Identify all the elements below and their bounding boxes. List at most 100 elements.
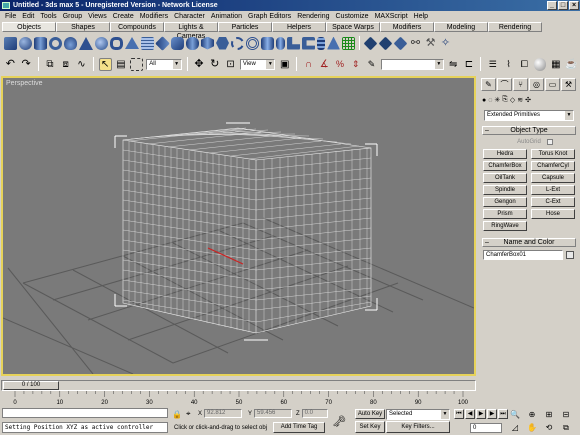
torus-icon[interactable]	[49, 36, 62, 50]
hedra-icon[interactable]	[155, 35, 170, 51]
link-icon[interactable]: ⧉	[44, 58, 57, 71]
menu-modifiers[interactable]: Modifiers	[137, 11, 171, 22]
maxscript-listener[interactable]	[2, 408, 168, 418]
render-scene-icon[interactable]: ▦	[549, 58, 562, 71]
material-editor-icon[interactable]	[533, 57, 547, 71]
time-slider[interactable]: 0 / 100	[1, 380, 476, 391]
c-ext-button[interactable]: C-Ext	[531, 197, 575, 207]
track-bar[interactable]: 0 10 20 30 40 50 60 70 80 90 100	[1, 391, 476, 406]
connect-icon[interactable]: ⚯	[409, 37, 422, 50]
menu-views[interactable]: Views	[85, 11, 110, 22]
spindle-button[interactable]: Spindle	[483, 185, 527, 195]
x-value-field[interactable]: 92.812	[204, 409, 243, 418]
grid-helper-icon[interactable]	[342, 36, 355, 50]
cext-icon[interactable]	[302, 36, 315, 50]
tab-objects[interactable]: Objects	[2, 22, 56, 32]
select-by-name-icon[interactable]: ▤	[115, 58, 128, 71]
l-ext-button[interactable]: L-Ext	[531, 185, 575, 195]
previous-frame-icon[interactable]: ◀	[465, 409, 475, 419]
arc-rotate-icon[interactable]: ⟲	[542, 422, 556, 433]
tab-compounds[interactable]: Compounds	[110, 22, 164, 32]
auto-key-button[interactable]: Auto Key	[355, 409, 385, 419]
select-object-icon[interactable]: ↖	[98, 57, 112, 71]
align-icon[interactable]: ⊏	[463, 58, 476, 71]
hierarchy-tab-icon[interactable]: ⑂	[513, 78, 528, 91]
scale-icon[interactable]: ⊡	[224, 58, 237, 71]
menu-create[interactable]: Create	[110, 11, 137, 22]
tab-shapes[interactable]: Shapes	[56, 22, 110, 32]
diamond-icon[interactable]	[363, 36, 378, 50]
ringwave-icon[interactable]	[231, 36, 244, 50]
menu-rendering[interactable]: Rendering	[294, 11, 332, 22]
maximize-viewport-icon[interactable]: ⧉	[559, 422, 573, 433]
tab-helpers[interactable]: Helpers	[272, 22, 326, 32]
spinner-snap-icon[interactable]: ⇕	[349, 58, 362, 71]
name-color-rollout[interactable]: – Name and Color	[482, 238, 576, 247]
plane-icon[interactable]	[141, 36, 154, 50]
teapot-icon[interactable]	[64, 36, 77, 50]
cylinder-icon[interactable]	[34, 36, 47, 50]
menu-group[interactable]: Group	[60, 11, 85, 22]
go-to-start-icon[interactable]: ⏮	[454, 409, 464, 419]
move-icon[interactable]: ✥	[193, 58, 206, 71]
key-icon[interactable]: 🗝	[332, 415, 346, 428]
object-name-field[interactable]: ChamferBox01	[483, 250, 563, 260]
pyramid-icon[interactable]	[125, 37, 139, 49]
shapes-icon[interactable]: ◌	[488, 97, 492, 104]
snap-icon[interactable]: ∩	[302, 58, 315, 71]
menu-tools[interactable]: Tools	[37, 11, 59, 22]
systems-icon[interactable]: ✣	[525, 96, 531, 104]
menu-edit[interactable]: Edit	[19, 11, 37, 22]
object-color-swatch[interactable]	[566, 251, 574, 259]
zoom-icon[interactable]: 🔍	[508, 409, 522, 420]
quick-render-icon[interactable]: ☕	[565, 58, 578, 71]
utilities-tab-icon[interactable]: ⚒	[561, 78, 576, 91]
lights-icon[interactable]: ✳	[494, 96, 500, 104]
next-frame-icon[interactable]: ▶	[487, 409, 497, 419]
add-time-tag-button[interactable]: Add Time Tag	[273, 422, 325, 433]
set-key-button[interactable]: Set Key	[355, 421, 385, 433]
mirror-icon[interactable]: ⇋	[447, 58, 460, 71]
tab-particles[interactable]: Particles	[218, 22, 272, 32]
minimize-button[interactable]: _	[547, 1, 557, 10]
cameras-icon[interactable]: ⎘	[502, 96, 508, 104]
curve-editor-icon[interactable]: ⌇	[502, 58, 515, 71]
spacewarps-icon[interactable]: ≋	[517, 96, 523, 104]
primitive-category-select[interactable]: Extended Primitives	[484, 110, 574, 121]
perspective-viewport[interactable]: Perspective	[1, 76, 476, 376]
torus-knot-button[interactable]: Torus Knot	[531, 149, 575, 159]
gengon-button[interactable]: Gengon	[483, 197, 527, 207]
menu-animation[interactable]: Animation	[208, 11, 245, 22]
spindle-icon[interactable]	[201, 36, 214, 50]
menu-character[interactable]: Character	[171, 11, 208, 22]
absolute-mode-icon[interactable]: ⌖	[186, 409, 191, 419]
ringwave-button[interactable]: RingWave	[483, 221, 527, 231]
go-to-end-icon[interactable]: ⏭	[498, 409, 508, 419]
bind-spacewarp-icon[interactable]: ∿	[75, 58, 88, 71]
object-type-rollout[interactable]: – Object Type	[482, 126, 576, 135]
diamond-array-icon[interactable]	[393, 36, 408, 50]
key-selection-select[interactable]: Selected	[386, 409, 450, 420]
pan-icon[interactable]: ✋	[525, 422, 539, 433]
menu-help[interactable]: Help	[411, 11, 431, 22]
modify-tab-icon[interactable]: ⌒	[497, 78, 512, 91]
tab-space-warps[interactable]: Space Warps	[326, 22, 380, 32]
current-frame-field[interactable]: 0	[470, 423, 502, 433]
zoom-extents-icon[interactable]: ⊞	[542, 409, 556, 420]
wrench-icon[interactable]: ⚒	[424, 37, 437, 50]
zoom-all-icon[interactable]: ⊕	[525, 409, 539, 420]
maximize-button[interactable]: □	[558, 1, 568, 10]
capsule-button[interactable]: Capsule	[531, 173, 575, 183]
lext-icon[interactable]	[287, 36, 300, 50]
chamfercyl-icon[interactable]	[261, 36, 274, 50]
layer-manager-icon[interactable]: ☰	[486, 58, 499, 71]
hedra-button[interactable]: Hedra	[483, 149, 527, 159]
menu-customize[interactable]: Customize	[333, 11, 372, 22]
z-value-field[interactable]: 0.0	[301, 409, 328, 418]
gengon-icon[interactable]	[216, 36, 229, 50]
undo-icon[interactable]: ↶	[4, 58, 17, 71]
cross-icon[interactable]: ✧	[439, 37, 452, 50]
selection-region-icon[interactable]	[130, 57, 144, 71]
rotate-icon[interactable]: ↻	[208, 58, 221, 71]
capsule-icon[interactable]	[276, 36, 285, 50]
